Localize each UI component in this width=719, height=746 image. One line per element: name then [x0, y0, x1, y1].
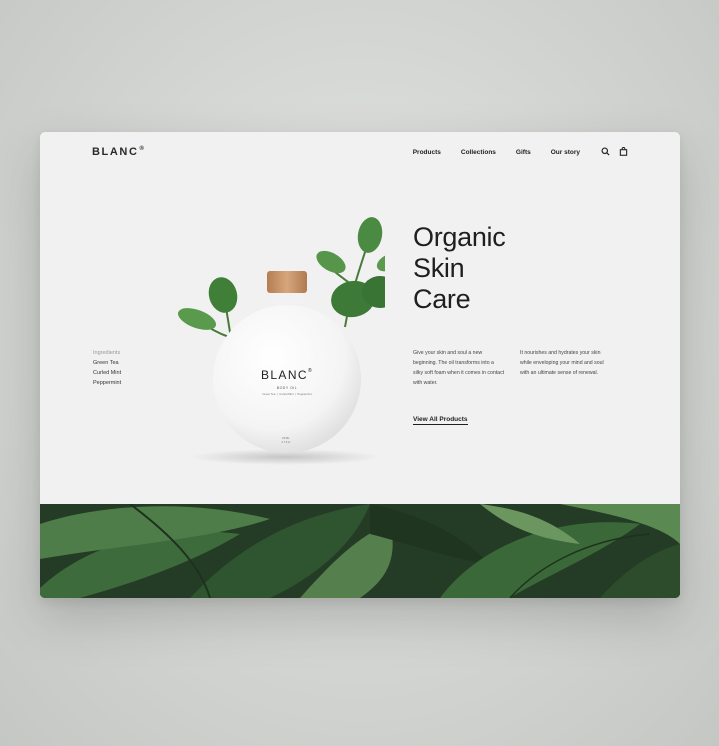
hero-title-line: Skin — [413, 253, 465, 283]
hero-description-left: Give your skin and soul a new beginning.… — [413, 350, 505, 386]
ingredient-item: Curled Mint — [93, 370, 122, 376]
ingredients-list: Ingredients Green Tea Curled Mint Pepper… — [93, 348, 121, 388]
bottle-type: BODY OIL — [276, 386, 298, 390]
nav-link-our-story[interactable]: Our story — [551, 149, 580, 156]
bottle-volume: 80 ML 2.7 fl.oz — [281, 437, 291, 444]
hero-title-line: Care — [413, 284, 471, 314]
hero-title-line: Organic — [413, 222, 506, 252]
bag-icon[interactable] — [619, 147, 628, 156]
nav-link-collections[interactable]: Collections — [461, 149, 496, 156]
search-icon[interactable] — [601, 147, 610, 156]
ingredients-label: Ingredients — [93, 350, 121, 356]
nav-link-products[interactable]: Products — [413, 149, 441, 156]
hero-title: Organic Skin Care — [413, 222, 506, 315]
bottle-ingredients: Green Tea | Curled Mint | Peppermint — [262, 392, 312, 396]
view-all-products-link[interactable]: View All Products — [413, 416, 468, 425]
product-image — [177, 217, 385, 465]
nav-links: Products Collections Gifts Our story — [393, 149, 580, 156]
nav-icons — [601, 147, 628, 156]
nav-link-gifts[interactable]: Gifts — [516, 149, 531, 156]
top-navigation: BLANC® Products Collections Gifts Our st… — [40, 132, 680, 176]
brand-logo[interactable]: BLANC® — [92, 146, 146, 158]
bottle-brand: BLANC® — [260, 368, 314, 382]
bottle-label: BLANC® BODY OIL Green Tea | Curled Mint … — [255, 368, 319, 396]
leaves-banner-image — [40, 504, 680, 598]
ingredient-item: Peppermint — [93, 380, 122, 386]
browser-page: BLANC® Products Collections Gifts Our st… — [40, 132, 680, 598]
hero-description-right: It nourishes and hydrates your skin whil… — [520, 350, 604, 376]
bottle-cap — [267, 271, 307, 293]
ingredient-item: Green Tea — [93, 360, 119, 366]
